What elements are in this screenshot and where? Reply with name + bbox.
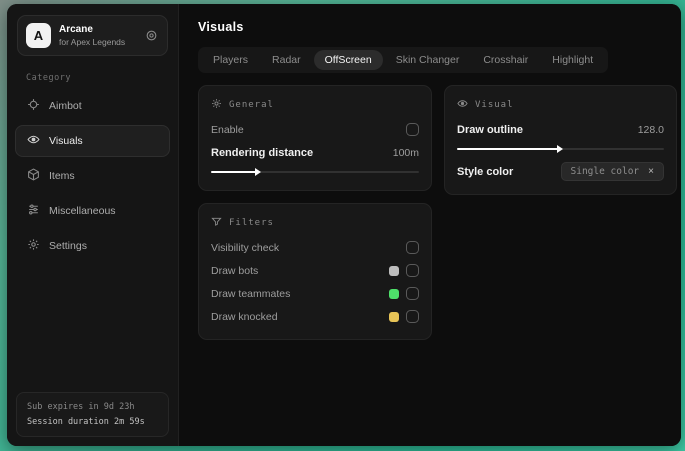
sidebar-nav: Aimbot Visuals Items Miscellaneous Setti… <box>7 90 178 262</box>
visual-panel-header: Visual <box>457 98 664 112</box>
enable-label: Enable <box>211 123 244 136</box>
panels-area: General Enable Rendering distance 100m F… <box>198 85 677 340</box>
visual-panel: Visual Draw outline 128.0 Style color Si… <box>444 85 677 195</box>
sub-expires-text: Sub expires in 9d 23h <box>27 402 135 413</box>
filters-panel-title: Filters <box>229 218 274 228</box>
tab-highlight[interactable]: Highlight <box>541 50 604 70</box>
app-window: A Arcane for Apex Legends Category Aimbo… <box>7 4 681 446</box>
crosshair-icon <box>27 98 40 114</box>
enable-row: Enable <box>211 119 419 140</box>
draw-teammates-label: Draw teammates <box>211 287 291 300</box>
rendering-distance-label: Rendering distance <box>211 146 314 159</box>
cube-icon <box>27 168 40 184</box>
draw-knocked-row: Draw knocked <box>211 306 419 327</box>
funnel-icon <box>211 216 222 230</box>
draw-outline-value: 128.0 <box>637 123 664 136</box>
app-header-card: A Arcane for Apex Legends <box>17 15 168 56</box>
tab-offscreen[interactable]: OffScreen <box>313 50 383 70</box>
sidebar-item-miscellaneous[interactable]: Miscellaneous <box>15 195 170 227</box>
main-content: Visuals Players Radar OffScreen Skin Cha… <box>179 4 681 446</box>
draw-teammates-row: Draw teammates <box>211 283 419 304</box>
draw-bots-label: Draw bots <box>211 264 259 277</box>
enable-checkbox[interactable] <box>406 123 419 136</box>
rendering-distance-value: 100m <box>392 146 419 159</box>
style-color-dropdown[interactable]: Single color × <box>560 162 664 181</box>
draw-teammates-color-swatch[interactable] <box>389 288 399 299</box>
draw-knocked-label: Draw knocked <box>211 310 278 323</box>
sidebar-item-label: Items <box>49 170 75 182</box>
app-name: Arcane <box>59 24 93 35</box>
general-panel-title: General <box>229 100 274 110</box>
app-title-block: Arcane for Apex Legends <box>59 24 125 47</box>
rendering-distance-slider[interactable] <box>211 166 419 178</box>
visuals-tabbar: Players Radar OffScreen Skin Changer Cro… <box>198 47 609 73</box>
visual-panel-title: Visual <box>475 100 514 110</box>
slider-fill <box>211 168 261 176</box>
draw-outline-row: Draw outline 128.0 <box>457 119 664 140</box>
rendering-distance-row: Rendering distance 100m <box>211 142 419 163</box>
tab-skin-changer[interactable]: Skin Changer <box>385 50 471 70</box>
sidebar: A Arcane for Apex Legends Category Aimbo… <box>7 4 179 446</box>
visibility-check-row: Visibility check <box>211 237 419 258</box>
subscription-info-card: Sub expires in 9d 23h Session duration 2… <box>16 392 169 437</box>
eye-icon <box>457 98 468 112</box>
close-icon[interactable]: × <box>648 166 654 177</box>
gear-icon <box>27 238 40 254</box>
target-icon[interactable] <box>145 29 159 43</box>
style-color-label: Style color <box>457 165 514 178</box>
draw-knocked-color-swatch[interactable] <box>389 311 399 322</box>
sidebar-item-label: Aimbot <box>49 100 82 112</box>
draw-outline-label: Draw outline <box>457 123 524 136</box>
app-subtitle: for Apex Legends <box>59 37 126 47</box>
eye-icon <box>27 133 40 149</box>
sun-icon <box>211 98 222 112</box>
draw-bots-color-swatch[interactable] <box>389 265 399 276</box>
slider-fill <box>457 145 562 153</box>
style-color-row: Style color Single color × <box>457 161 664 182</box>
draw-outline-slider[interactable] <box>457 143 664 155</box>
draw-bots-row: Draw bots <box>211 260 419 281</box>
sidebar-item-items[interactable]: Items <box>15 160 170 192</box>
session-duration-text: Session duration 2m 59s <box>27 416 145 427</box>
general-panel-header: General <box>211 98 419 112</box>
category-label: Category <box>26 73 71 83</box>
page-title: Visuals <box>198 20 244 34</box>
draw-teammates-checkbox[interactable] <box>406 287 419 300</box>
sidebar-item-label: Settings <box>49 240 87 252</box>
draw-bots-checkbox[interactable] <box>406 264 419 277</box>
sidebar-item-aimbot[interactable]: Aimbot <box>15 90 170 122</box>
filters-panel: Filters Visibility check Draw bots Draw … <box>198 203 432 340</box>
sidebar-item-label: Miscellaneous <box>49 205 116 217</box>
sidebar-item-settings[interactable]: Settings <box>15 230 170 262</box>
sliders-icon <box>27 203 40 219</box>
sidebar-item-label: Visuals <box>49 135 83 147</box>
tab-players[interactable]: Players <box>202 50 259 70</box>
tab-radar[interactable]: Radar <box>261 50 312 70</box>
sidebar-item-visuals[interactable]: Visuals <box>15 125 170 157</box>
tab-crosshair[interactable]: Crosshair <box>472 50 539 70</box>
draw-knocked-checkbox[interactable] <box>406 310 419 323</box>
general-panel: General Enable Rendering distance 100m <box>198 85 432 191</box>
visibility-check-checkbox[interactable] <box>406 241 419 254</box>
filters-panel-header: Filters <box>211 216 419 230</box>
style-color-chip-label: Single color <box>570 166 640 177</box>
visibility-check-label: Visibility check <box>211 241 280 254</box>
app-logo: A <box>26 23 51 48</box>
